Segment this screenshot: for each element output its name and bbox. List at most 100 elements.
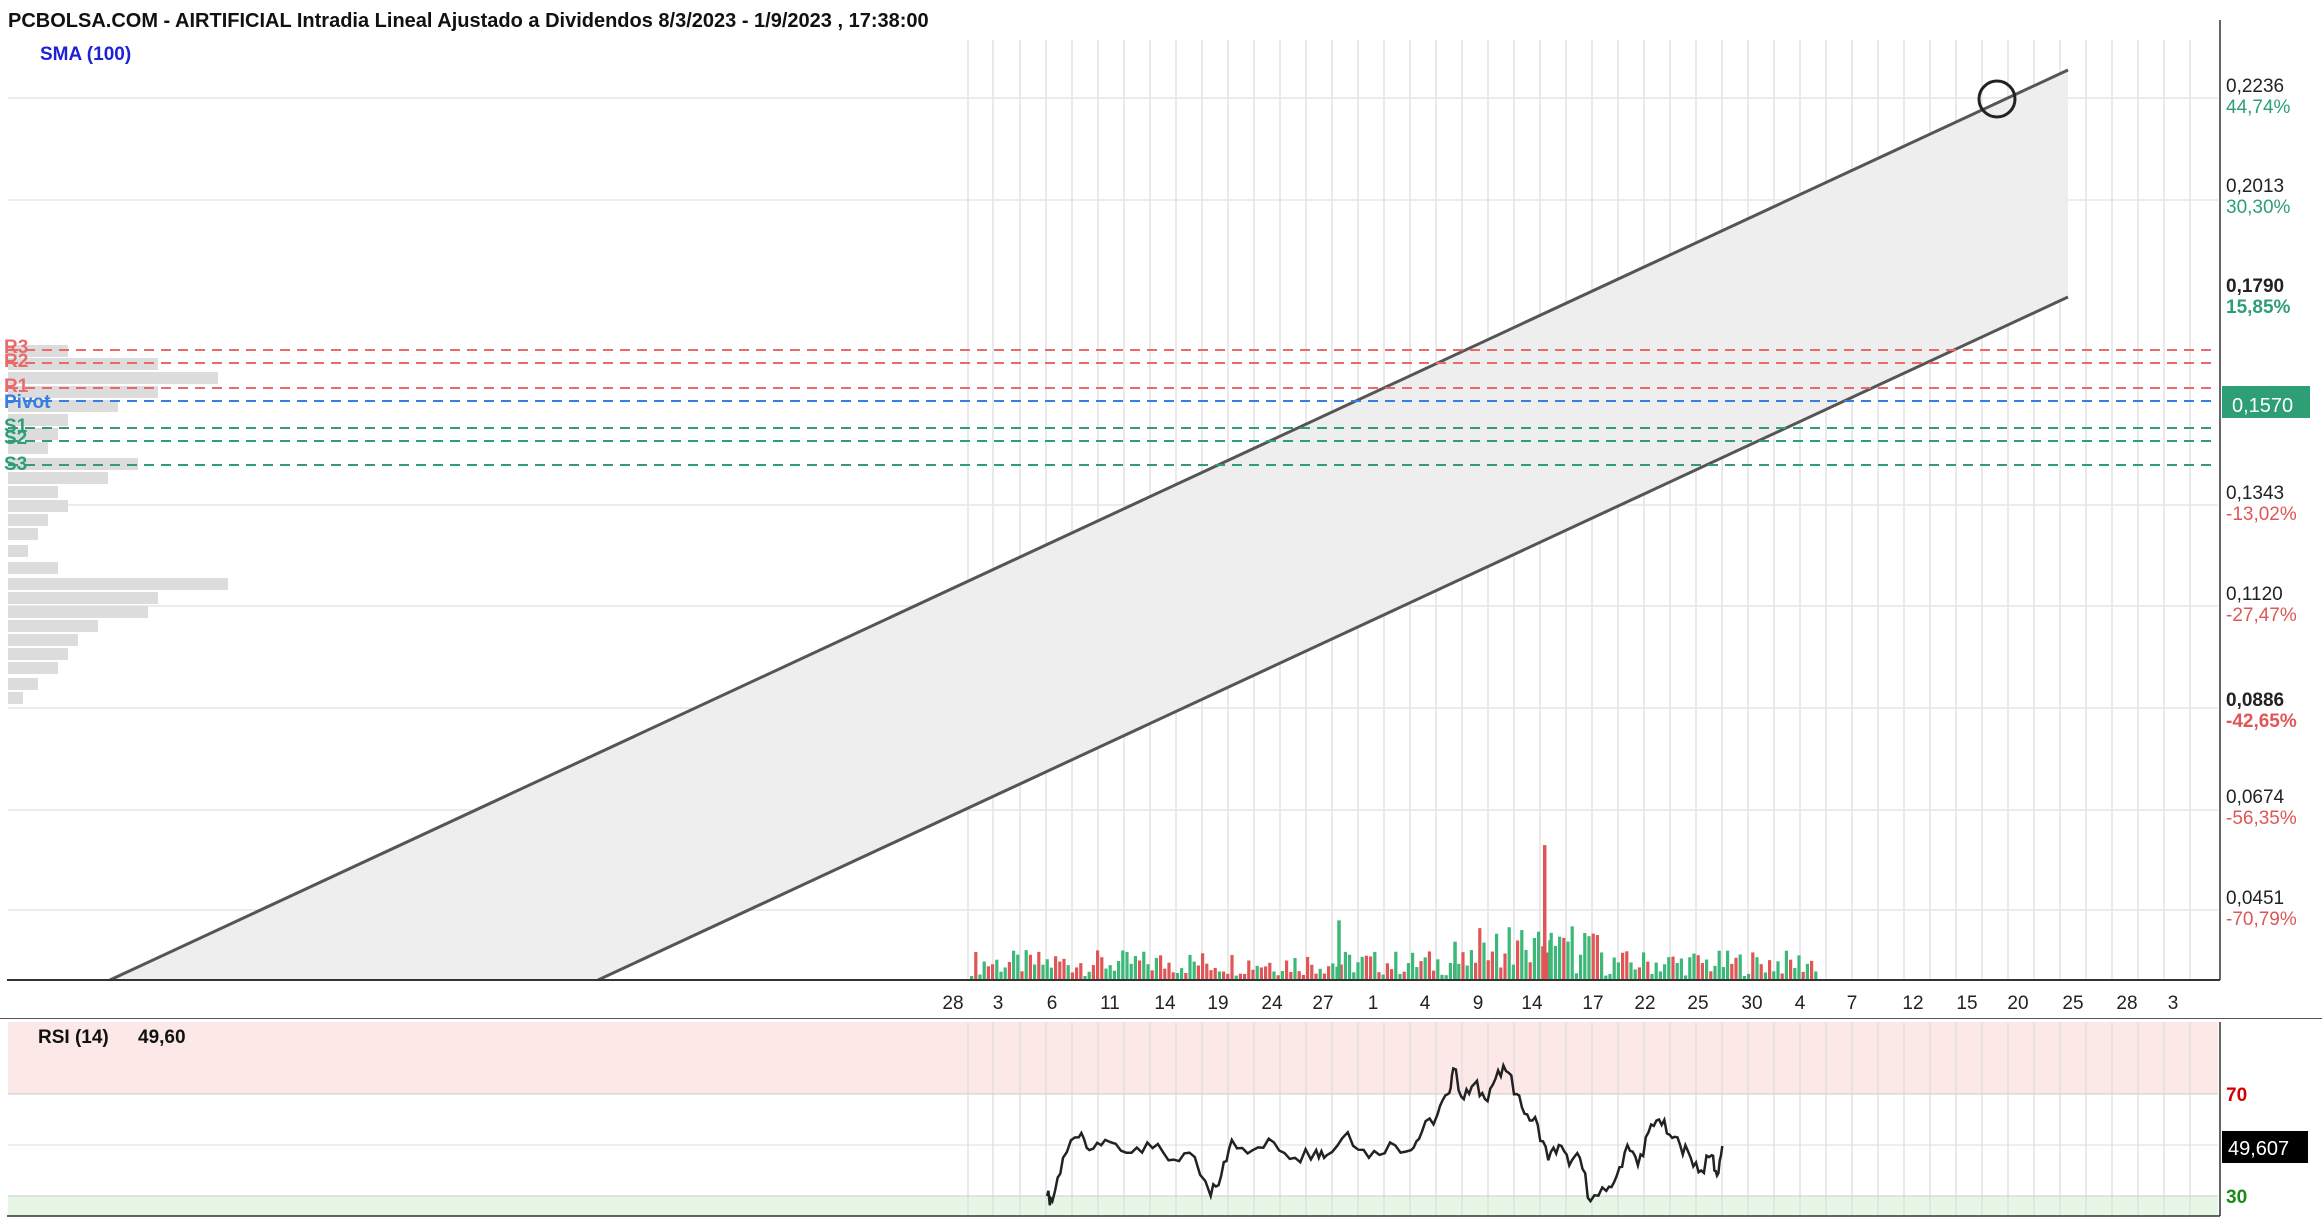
volume-bar (1436, 959, 1440, 980)
volume-bar (1343, 951, 1347, 980)
price-pct-3: -13,02% (2226, 504, 2297, 525)
volume-bar (1154, 957, 1158, 980)
volume-profile-bar-16 (8, 578, 228, 590)
volume-bar (1461, 952, 1465, 980)
volume-bar (1524, 949, 1528, 980)
volume-bar (1658, 971, 1662, 980)
x-tick-6: 24 (1261, 993, 1283, 1014)
volume-bar (1255, 965, 1259, 980)
volume-bar (1667, 957, 1671, 980)
volume-bar (991, 964, 995, 980)
volume-bar (1486, 960, 1490, 980)
level-label-r2: R2 (4, 351, 28, 372)
volume-bar (1377, 972, 1381, 980)
volume-bar (1646, 961, 1650, 980)
volume-bar (1087, 971, 1091, 980)
volume-bar (1570, 926, 1574, 980)
price-pct-0: 44,74% (2226, 97, 2291, 118)
x-tick-22: 28 (2116, 993, 2137, 1014)
volume-bar (1054, 956, 1058, 980)
volume-bar (1272, 971, 1276, 980)
volume-bar (1196, 965, 1200, 980)
volume-spike-3 (1453, 941, 1457, 980)
volume-bar (1020, 971, 1024, 980)
volume-profile-bar-2 (8, 372, 218, 384)
volume-bar (1007, 961, 1011, 980)
volume-bar (1566, 941, 1570, 980)
volume-bar (982, 961, 986, 980)
volume-bar (1675, 962, 1679, 980)
volume-bar (1163, 968, 1167, 980)
volume-bar (1390, 969, 1394, 980)
volume-bar (1553, 945, 1557, 980)
rsi-overbought-zone (8, 1022, 2218, 1094)
volume-bar (1612, 957, 1616, 980)
volume-profile-bar-10 (8, 486, 58, 498)
volume-bar (1041, 964, 1045, 980)
volume-bar (1726, 950, 1730, 980)
volume-bar (1096, 950, 1100, 980)
price-tick-1: 0,2013 (2226, 176, 2284, 197)
volume-bar (1192, 961, 1196, 980)
volume-bar (995, 959, 999, 980)
volume-bar (1230, 954, 1234, 980)
volume-spike-2 (1337, 920, 1341, 980)
x-tick-20: 20 (2007, 993, 2028, 1014)
volume-bar (1448, 963, 1452, 980)
volume-bar (1507, 927, 1511, 980)
level-label-s2: S2 (4, 428, 27, 449)
volume-bar (1721, 967, 1725, 980)
volume-bar (1700, 963, 1704, 980)
volume-bar (1406, 963, 1410, 980)
volume-profile-bar-15 (8, 562, 58, 574)
volume-bar (1654, 962, 1658, 980)
volume-bar (1049, 967, 1053, 980)
volume-bar (1142, 951, 1146, 980)
x-tick-12: 17 (1582, 993, 1603, 1014)
x-tick-5: 19 (1207, 993, 1228, 1014)
rsi-legend-label: RSI (14) (38, 1027, 109, 1048)
volume-bar (1091, 965, 1095, 980)
volume-bar (1259, 967, 1263, 980)
volume-bar (1348, 954, 1352, 980)
volume-bar (1104, 968, 1108, 980)
volume-bar (1066, 965, 1070, 980)
x-tick-7: 27 (1312, 993, 1333, 1014)
volume-bar (1222, 971, 1226, 980)
volume-bar (1205, 963, 1209, 980)
volume-bar (1814, 971, 1818, 980)
volume-bar (1642, 952, 1646, 980)
x-tick-3: 11 (1100, 993, 1120, 1014)
volume-bar (1579, 954, 1583, 980)
volume-bar (1423, 957, 1427, 980)
volume-bar (1696, 955, 1700, 980)
volume-bar (1495, 933, 1499, 980)
volume-bar (1075, 967, 1079, 980)
volume-bar (986, 966, 990, 980)
volume-bar (1293, 957, 1297, 980)
volume-profile-bar-14 (8, 545, 28, 557)
volume-bar (1150, 970, 1154, 980)
volume-bar (1709, 971, 1713, 980)
volume-bar (1793, 968, 1797, 980)
x-tick-17: 7 (1847, 993, 1858, 1014)
volume-bar (1184, 972, 1188, 980)
volume-bar (1583, 933, 1587, 980)
volume-bar (1327, 966, 1331, 980)
volume-bar (1251, 969, 1255, 980)
volume-bar (1499, 967, 1503, 980)
volume-bar (1537, 931, 1541, 980)
volume-bar (1591, 933, 1595, 980)
rsi-level-30: 30 (2226, 1187, 2247, 1208)
volume-bar (1411, 952, 1415, 980)
volume-bar (1730, 963, 1734, 980)
volume-bar (1112, 970, 1116, 980)
volume-bar (1121, 950, 1125, 980)
volume-bar (1633, 969, 1637, 980)
volume-bar (1558, 936, 1562, 980)
volume-bar (1268, 962, 1272, 980)
x-tick-15: 30 (1741, 993, 1762, 1014)
volume-bar (1663, 964, 1667, 980)
volume-bar (1705, 959, 1709, 980)
volume-bar (1482, 942, 1486, 980)
